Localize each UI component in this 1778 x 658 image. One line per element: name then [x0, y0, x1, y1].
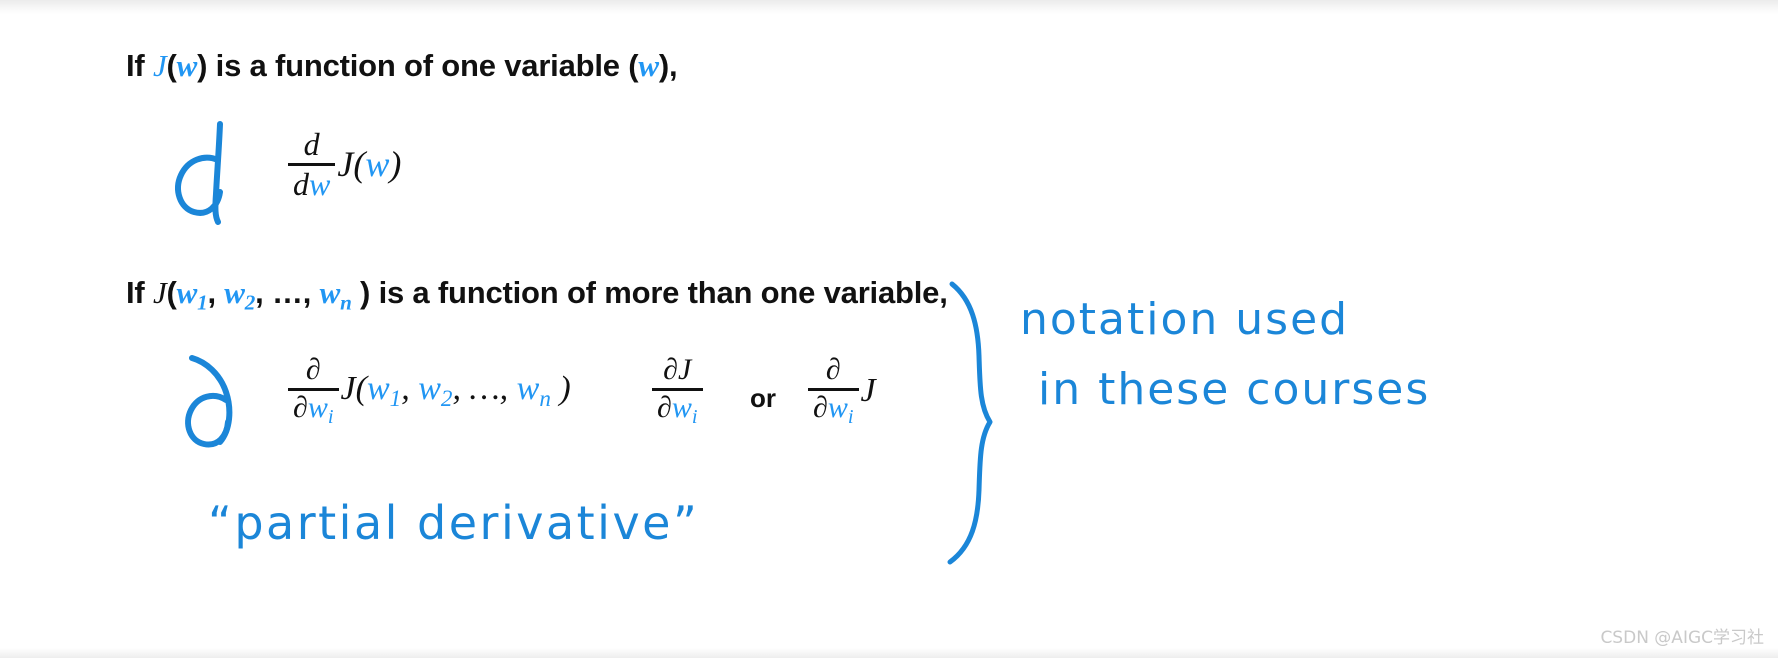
tail-subscript-2: 2 — [440, 385, 453, 412]
formula-tail-function: J — [860, 372, 876, 410]
line1-prefix: If — [126, 48, 153, 83]
derivative-formula-one-variable: d dw J(w) — [288, 128, 401, 200]
line1-open-paren: ( — [166, 48, 177, 83]
fraction-denominator: ∂wi — [288, 390, 339, 428]
denominator-subscript: i — [847, 405, 854, 428]
handwritten-note-1-glyph: notation used — [1020, 294, 1349, 345]
denominator-w: w — [671, 390, 692, 424]
fraction-partial-over-partial-wi-short: ∂ ∂wi — [808, 353, 859, 428]
tail-comma-1: , — [401, 369, 419, 407]
fraction-denominator: dw — [288, 165, 335, 202]
bottom-edge-gradient — [0, 648, 1778, 658]
line2-ellipsis: … — [271, 275, 303, 310]
handwritten-partial-symbol — [176, 348, 256, 458]
denominator-subscript: i — [327, 405, 334, 428]
statement-multi-variable: If J(w1, w2, …, wn ) is a function of mo… — [126, 275, 948, 315]
denominator-subscript: i — [691, 405, 698, 428]
denominator-partial: ∂ — [657, 390, 672, 424]
fraction-denominator: ∂wi — [652, 390, 703, 428]
line2-close-paren: ) — [351, 275, 371, 310]
partial-derivative-formula-full: ∂ ∂wi J(w1, w2, …, wn ) — [288, 353, 571, 428]
tail-subscript-1: 1 — [389, 385, 402, 412]
denominator-w: w — [827, 390, 848, 424]
denominator-partial: ∂ — [813, 390, 828, 424]
fraction-denominator: ∂wi — [808, 390, 859, 428]
handwritten-partial-derivative-glyph: “partial derivative” — [208, 496, 699, 550]
tail-function: J — [337, 144, 354, 185]
tail-open-paren: ( — [353, 144, 366, 185]
tail-comma-3: , — [499, 369, 517, 407]
line1-function-symbol: J — [152, 48, 167, 83]
handwritten-d-symbol — [168, 118, 248, 228]
denominator-d: d — [293, 165, 309, 202]
tail-variable-3: w — [516, 369, 540, 407]
tail-subscript-3: n — [539, 385, 551, 412]
line2-variable-1: w — [176, 275, 198, 310]
statement-one-variable: If J(w) is a function of one variable (w… — [126, 48, 678, 84]
line1-middle: is a function of one variable ( — [207, 48, 639, 83]
partial-derivative-formula-compact: ∂J ∂wi — [652, 353, 703, 428]
handwritten-curly-brace — [938, 278, 1010, 568]
line2-comma-1: , — [207, 275, 225, 310]
tail-close-paren: ) — [389, 144, 402, 185]
line2-comma-2: , — [255, 275, 272, 310]
or-conjunction-label: or — [750, 383, 776, 413]
handwritten-partial-derivative-label: “partial derivative” — [208, 487, 728, 557]
line2-variable-2: w — [224, 275, 245, 310]
line2-prefix: If — [126, 275, 153, 310]
line2-comma-3: , — [302, 275, 320, 310]
line1-variable: w — [176, 48, 198, 83]
fraction-numerator: ∂ — [825, 353, 841, 386]
fraction-partial-j-over-partial-wi: ∂J ∂wi — [652, 353, 703, 428]
formula-tail: J(w) — [337, 143, 401, 185]
tail-comma-2: , — [452, 369, 470, 407]
top-edge-gradient — [0, 0, 1778, 14]
slide-canvas: If J(w) is a function of one variable (w… — [0, 0, 1778, 658]
line2-function-symbol: J — [152, 275, 167, 310]
line2-subscript-2: 2 — [244, 290, 256, 315]
line2-subscript-1: 1 — [197, 290, 208, 315]
denominator-partial: ∂ — [293, 390, 308, 424]
numerator-function: J — [678, 353, 692, 386]
numerator-partial: ∂ — [663, 353, 678, 386]
fraction-numerator: ∂ — [305, 353, 321, 386]
tail-variable-1: w — [366, 369, 390, 407]
line2-suffix: is a function of more than one variable, — [370, 275, 948, 310]
tail-open-paren: ( — [355, 369, 367, 407]
tail-function: J — [340, 369, 356, 407]
tail-variable: w — [365, 144, 390, 185]
partial-derivative-formula-operator: ∂ ∂wi J — [808, 353, 876, 428]
curly-brace-icon — [947, 281, 993, 565]
handwritten-note-2-glyph: in these courses — [1038, 364, 1430, 415]
line2-subscript-3: n — [340, 290, 352, 315]
denominator-w: w — [307, 390, 328, 424]
line1-suffix: ), — [658, 48, 678, 83]
fraction-numerator: ∂J — [658, 353, 696, 386]
line1-close-paren: ) — [197, 48, 208, 83]
line2-variable-3: w — [319, 275, 341, 310]
fraction-numerator: d — [303, 126, 320, 162]
handwritten-note-line-1: notation used — [1020, 292, 1540, 357]
tail-ellipsis: … — [469, 369, 500, 407]
formula-tail: J(w1, w2, …, wn ) — [341, 370, 571, 413]
line2-open-paren: ( — [166, 275, 177, 310]
handwritten-text: “partial derivative” — [208, 496, 699, 550]
fraction-partial-over-partial-wi: ∂ ∂wi — [288, 353, 339, 428]
handwritten-note-line-2: in these courses — [1038, 362, 1558, 427]
handwritten-text: notation used — [1020, 294, 1349, 345]
denominator-w: w — [309, 165, 331, 202]
watermark: CSDN @AIGC学习社 — [1600, 628, 1764, 648]
tail-variable-2: w — [418, 369, 441, 407]
tail-close-paren: ) — [550, 369, 571, 407]
fraction-d-over-dw: d dw — [288, 126, 336, 202]
handwritten-d-glyph — [175, 121, 223, 225]
handwritten-text: in these courses — [1038, 364, 1430, 415]
line1-variable-2: w — [638, 48, 659, 83]
handwritten-partial-glyph — [185, 355, 233, 448]
